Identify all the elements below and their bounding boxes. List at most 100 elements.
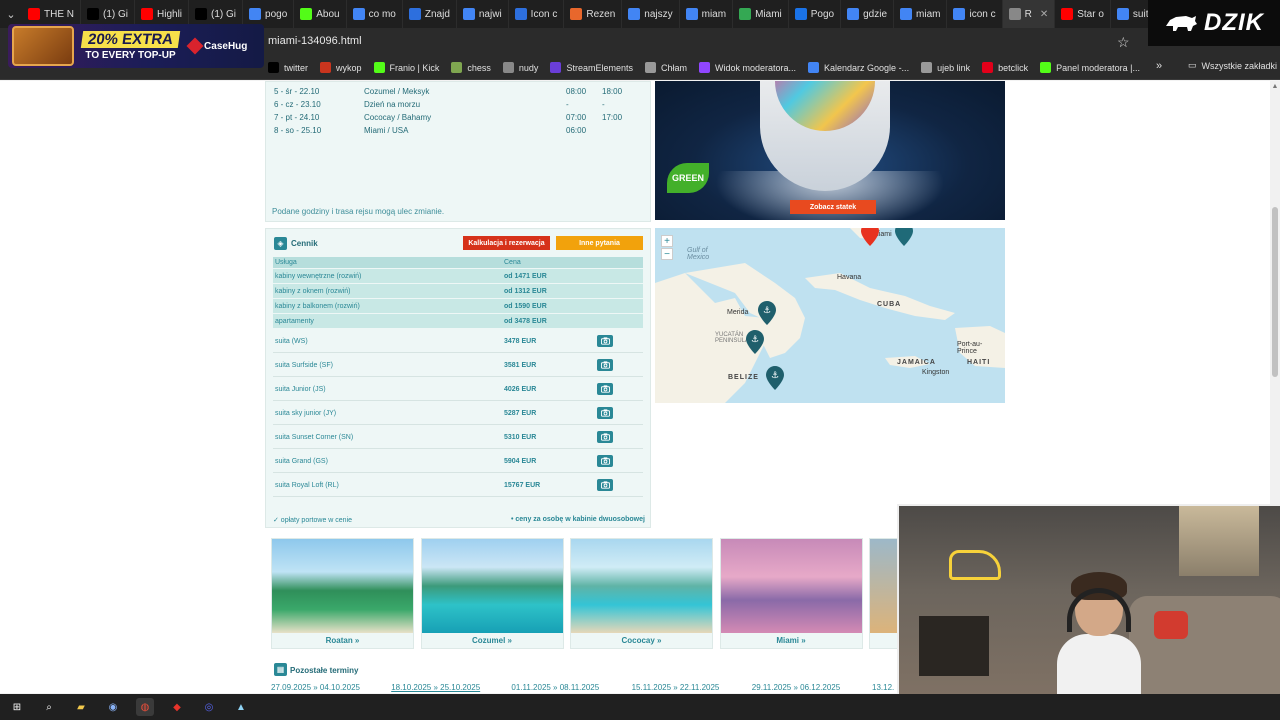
map-marker-cococay[interactable] xyxy=(895,228,913,246)
close-tab-icon[interactable]: ✕ xyxy=(1040,9,1048,20)
destination-card-partial[interactable] xyxy=(869,538,899,649)
browser-tab[interactable]: miam xyxy=(894,0,948,28)
camera-icon[interactable] xyxy=(597,479,613,491)
browser-tab[interactable]: Abou xyxy=(294,0,347,28)
destination-link[interactable]: Cozumel » xyxy=(422,636,563,645)
itinerary-day: 8 - so - 25.10 xyxy=(274,126,322,135)
app-icon[interactable]: ▲ xyxy=(232,698,250,716)
browser-tab[interactable]: Star o xyxy=(1055,0,1111,28)
cruise-date-link[interactable]: 29.11.2025 » 06.12.2025 xyxy=(752,683,840,692)
bookmark-item[interactable]: betclick xyxy=(976,62,1034,73)
itinerary-day: 5 - śr - 22.10 xyxy=(274,87,320,96)
webcam-pillow xyxy=(1154,611,1188,639)
destination-card[interactable]: Roatan » xyxy=(271,538,414,649)
map-zoom-in-button[interactable]: + xyxy=(661,235,673,247)
map-marker-anchor-icon[interactable]: ⚓ xyxy=(746,330,764,354)
cabin-price-row[interactable]: apartamenty od 3478 EUR xyxy=(273,314,643,329)
browser-tab[interactable]: Znajd xyxy=(403,0,457,28)
bookmark-item[interactable]: wykop xyxy=(314,62,368,73)
ad-banner[interactable]: 20% EXTRA TO EVERY TOP-UP CaseHug xyxy=(8,24,264,68)
bookmark-item[interactable]: nudy xyxy=(497,62,545,73)
obs-icon[interactable]: ◆ xyxy=(168,698,186,716)
destination-card[interactable]: Miami » xyxy=(719,538,863,649)
map-marker-miami[interactable] xyxy=(861,228,879,246)
browser-tab[interactable]: Miami xyxy=(733,0,789,28)
bookmark-item[interactable]: StreamElements xyxy=(544,62,639,73)
bookmark-item[interactable]: twitter xyxy=(262,62,314,73)
bookmark-item[interactable]: ujeb link xyxy=(915,62,976,73)
search-icon[interactable]: ⌕ xyxy=(40,698,58,716)
browser-tab[interactable]: Rezen xyxy=(564,0,623,28)
browser-tab-label: co mo xyxy=(368,8,396,20)
bookmark-item[interactable]: Panel moderatora |... xyxy=(1034,62,1146,73)
destination-photo[interactable] xyxy=(272,539,413,633)
cabin-name[interactable]: kabiny z oknem (rozwiń) xyxy=(275,288,350,295)
all-bookmarks-button[interactable]: ▭ Wszystkie zakładki xyxy=(1188,60,1277,71)
browser-tab[interactable]: miam xyxy=(680,0,734,28)
scroll-up-icon[interactable]: ▲ xyxy=(1271,83,1279,91)
destination-link[interactable]: Roatan » xyxy=(272,636,413,645)
map-label-port-au-prince: Port-au- Prince xyxy=(957,341,983,355)
route-map[interactable]: + − Gulf of Mexico Havana Miami CUBA Mer… xyxy=(655,228,1005,403)
browser-tab[interactable]: Icon c xyxy=(509,0,565,28)
destination-card[interactable]: Cozumel » xyxy=(420,538,564,649)
destination-link[interactable]: Miami » xyxy=(721,636,862,645)
cruise-date-link[interactable]: 15.11.2025 » 22.11.2025 xyxy=(632,683,720,692)
calculate-booking-button[interactable]: Kalkulacja i rezerwacja xyxy=(463,236,550,250)
browser-tab[interactable]: R ✕ xyxy=(1002,0,1056,28)
destination-photo[interactable] xyxy=(720,539,862,633)
bookmark-item[interactable]: Kalendarz Google -... xyxy=(802,62,915,73)
file-explorer-icon[interactable]: ▰ xyxy=(72,698,90,716)
bookmark-item[interactable]: chess xyxy=(445,62,497,73)
map-marker-anchor-icon[interactable]: ⚓ xyxy=(766,366,784,390)
browser-tab[interactable]: gdzie xyxy=(841,0,895,28)
itinerary-arrive: 07:00 xyxy=(566,113,587,122)
bookmark-star-icon[interactable]: ☆ xyxy=(1117,34,1130,51)
steam-icon[interactable]: ◉ xyxy=(104,698,122,716)
camera-icon[interactable] xyxy=(597,383,613,395)
cabin-price-row[interactable]: kabiny wewnętrzne (rozwiń) od 1471 EUR xyxy=(273,269,643,284)
tab-search-icon[interactable]: ⌄ xyxy=(0,3,22,25)
price-title: Cennik xyxy=(291,239,318,248)
windows-start-icon[interactable]: ⊞ xyxy=(8,698,26,716)
camera-icon[interactable] xyxy=(597,455,613,467)
cabin-name[interactable]: kabiny z balkonem (rozwiń) xyxy=(275,303,360,310)
browser-tab[interactable]: najszy xyxy=(622,0,680,28)
destination-link[interactable]: Cococay » xyxy=(571,636,712,645)
url-text[interactable]: miami-134096.html xyxy=(268,35,362,47)
destination-photo[interactable] xyxy=(421,539,563,633)
scrollbar-thumb[interactable] xyxy=(1272,207,1278,377)
discord-icon[interactable]: ◎ xyxy=(200,698,218,716)
map-marker-anchor-icon[interactable]: ⚓ xyxy=(758,301,776,325)
browser-tab[interactable]: Pogo xyxy=(789,0,842,28)
cabin-price-row[interactable]: kabiny z balkonem (rozwiń) od 1590 EUR xyxy=(273,299,643,314)
cruise-date-link[interactable]: 27.09.2025 » 04.10.2025 xyxy=(271,683,360,692)
camera-icon[interactable] xyxy=(597,431,613,443)
bookmark-item[interactable]: Franio | Kick xyxy=(368,62,446,73)
cabin-name[interactable]: apartamenty xyxy=(275,318,314,325)
browser-tab[interactable]: icon c xyxy=(947,0,1003,28)
cruise-date-link[interactable]: 13.12. xyxy=(872,683,894,692)
browser-tab[interactable]: co mo xyxy=(347,0,403,28)
itinerary-place: Cozumel / Meksyk xyxy=(364,87,430,96)
map-zoom-out-button[interactable]: − xyxy=(661,248,673,260)
other-questions-button[interactable]: Inne pytania xyxy=(556,236,643,250)
map-label-belize: BELIZE xyxy=(728,374,759,381)
cruise-date-link[interactable]: 01.11.2025 » 08.11.2025 xyxy=(511,683,599,692)
bookmark-item[interactable]: Chłam xyxy=(639,62,693,73)
camera-icon[interactable] xyxy=(597,407,613,419)
camera-icon[interactable] xyxy=(597,359,613,371)
bookmark-item[interactable]: Widok moderatora... xyxy=(693,62,802,73)
itinerary-arrive: - xyxy=(566,100,569,109)
camera-icon[interactable] xyxy=(597,335,613,347)
cabin-name[interactable]: kabiny wewnętrzne (rozwiń) xyxy=(275,273,361,280)
cruise-date-link[interactable]: 18.10.2025 » 25.10.2025 xyxy=(391,683,480,692)
chrome-icon[interactable]: ◍ xyxy=(136,698,154,716)
ship-image[interactable]: GREEN Zobacz statek xyxy=(655,81,1005,220)
browser-tab[interactable]: najwi xyxy=(457,0,509,28)
cabin-price-row[interactable]: kabiny z oknem (rozwiń) od 1312 EUR xyxy=(273,284,643,299)
see-ship-button[interactable]: Zobacz statek xyxy=(790,200,876,214)
destination-photo[interactable] xyxy=(571,539,712,633)
bookmarks-overflow-icon[interactable]: » xyxy=(1156,60,1162,72)
destination-card[interactable]: Cococay » xyxy=(570,538,713,649)
